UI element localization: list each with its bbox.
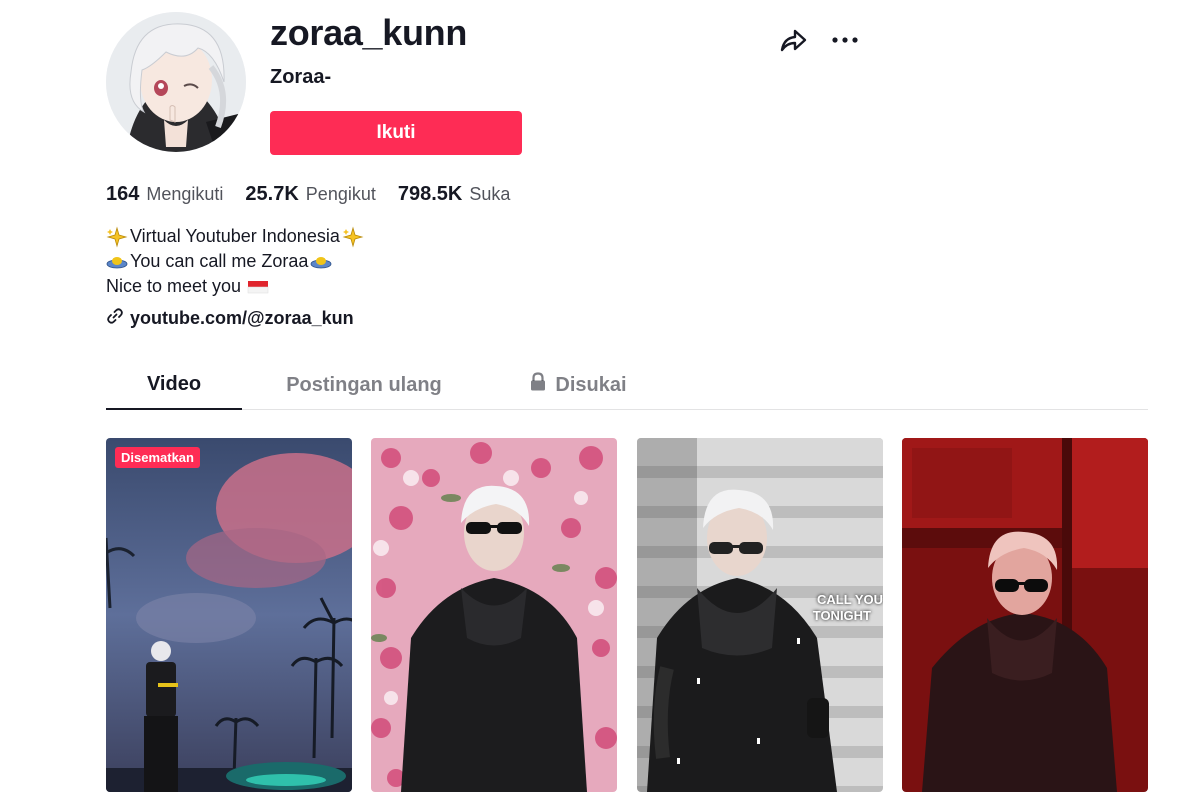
video-grid: Disematkan CALL YOU TONIGHT	[106, 438, 1148, 792]
sparkles-icon	[106, 226, 128, 248]
link-text: youtube.com/@zoraa_kun	[130, 308, 354, 328]
tab-repost[interactable]: Postingan ulang	[274, 360, 454, 410]
share-icon[interactable]	[778, 26, 808, 54]
video-thumbnail	[902, 438, 1148, 792]
profile-link[interactable]: youtube.com/@zoraa_kun	[106, 307, 354, 330]
stat-likes: 798.5K Suka	[398, 183, 511, 206]
video-card[interactable]	[902, 438, 1148, 792]
tab-video[interactable]: Video	[106, 360, 242, 410]
follow-button[interactable]: Ikuti	[270, 111, 522, 155]
video-caption-line: CALL YOU	[817, 592, 883, 607]
video-card[interactable]	[371, 438, 617, 792]
likes-label: Suka	[469, 184, 511, 204]
avatar[interactable]	[106, 12, 246, 152]
lock-icon	[529, 372, 547, 398]
profile-tabs: Video Postingan ulang Disukai	[106, 360, 1148, 410]
video-caption: CALL YOU TONIGHT	[813, 592, 883, 624]
likes-count: 798.5K	[397, 183, 463, 205]
video-card[interactable]: Disematkan	[106, 438, 352, 792]
video-card[interactable]: CALL YOU TONIGHT	[637, 438, 883, 792]
stat-followers[interactable]: 25.7K Pengikut	[245, 183, 375, 206]
tab-liked[interactable]: Disukai	[518, 360, 638, 410]
video-caption-line: TONIGHT	[812, 608, 871, 623]
bio-line: You can call me Zoraa	[106, 249, 364, 274]
bio-line: Virtual Youtuber Indonesia	[106, 224, 364, 249]
link-icon	[106, 307, 124, 330]
indonesia-flag-icon	[247, 276, 271, 298]
following-label: Mengikuti	[146, 184, 224, 204]
stat-following[interactable]: 164 Mengikuti	[106, 183, 223, 206]
video-thumbnail	[371, 438, 617, 792]
username: zoraa_kunn	[270, 12, 468, 53]
bio-text: You can call me Zoraa	[130, 251, 309, 271]
bio-text: Virtual Youtuber Indonesia	[130, 226, 340, 246]
more-icon[interactable]	[830, 28, 860, 52]
flying-saucer-icon	[310, 251, 332, 273]
sparkles-icon	[342, 226, 364, 248]
video-thumbnail	[106, 438, 352, 792]
followers-label: Pengikut	[305, 184, 376, 204]
profile-stats: 164 Mengikuti 25.7K Pengikut 798.5K Suka	[106, 183, 510, 206]
pinned-badge: Disematkan	[115, 447, 200, 468]
bio: Virtual Youtuber Indonesia You can call …	[106, 224, 364, 299]
followers-count: 25.7K	[245, 183, 299, 205]
nickname: Zoraa-	[270, 66, 332, 88]
bio-line: Nice to meet you	[106, 274, 364, 299]
tab-liked-label: Disukai	[555, 373, 627, 396]
following-count: 164	[106, 183, 140, 205]
bio-text: Nice to meet you	[106, 276, 242, 296]
flying-saucer-icon	[106, 251, 128, 273]
